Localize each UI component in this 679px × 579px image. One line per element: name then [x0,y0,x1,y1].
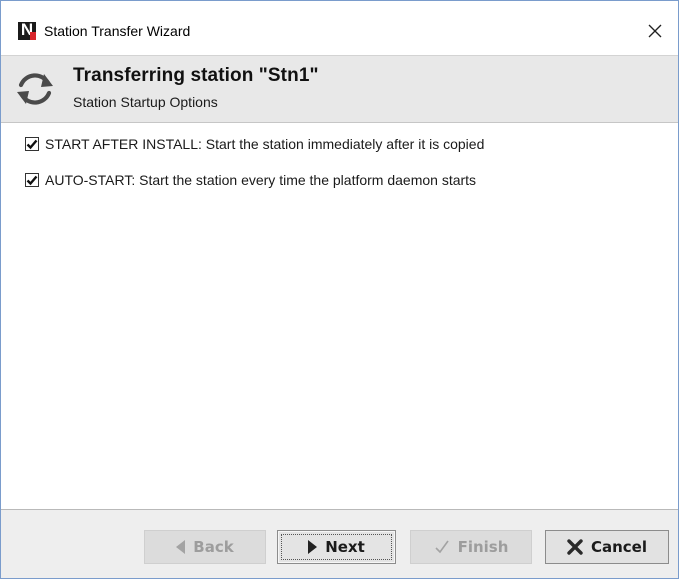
wizard-window: N Station Transfer Wizard Transferring s… [0,0,679,579]
cancel-label: Cancel [590,538,647,556]
finish-label: Finish [457,538,509,556]
checkmark-icon [26,139,38,150]
triangle-left-icon [176,540,186,554]
header-title: Transferring station "Stn1" [73,65,319,86]
option-label: START AFTER INSTALL: Start the station i… [45,136,485,152]
next-label: Next [325,538,365,556]
back-label: Back [193,538,234,556]
niagara-logo-icon: N [18,20,36,40]
checkmark-icon [434,539,450,555]
refresh-icon [17,73,53,105]
back-button[interactable]: Back [144,530,266,564]
next-button[interactable]: Next [277,530,396,564]
x-icon [567,539,583,555]
finish-button[interactable]: Finish [410,530,532,564]
checkbox-start-after-install[interactable] [25,137,39,151]
triangle-right-icon [308,540,318,554]
option-label: AUTO-START: Start the station every time… [45,172,477,188]
header-subtitle: Station Startup Options [73,94,218,110]
close-button[interactable] [632,11,678,51]
option-start-after-install[interactable]: START AFTER INSTALL: Start the station i… [23,133,484,155]
options-list: START AFTER INSTALL: Start the station i… [23,133,484,205]
checkmark-icon [26,175,38,186]
wizard-header: Transferring station "Stn1" Station Star… [1,55,678,123]
cancel-button[interactable]: Cancel [545,530,669,564]
checkbox-auto-start[interactable] [25,173,39,187]
option-auto-start[interactable]: AUTO-START: Start the station every time… [23,169,484,191]
button-bar: Back Next Finish Cancel [1,509,678,578]
close-icon [648,24,662,38]
window-title: Station Transfer Wizard [44,23,191,39]
title-bar: N Station Transfer Wizard [1,1,678,55]
